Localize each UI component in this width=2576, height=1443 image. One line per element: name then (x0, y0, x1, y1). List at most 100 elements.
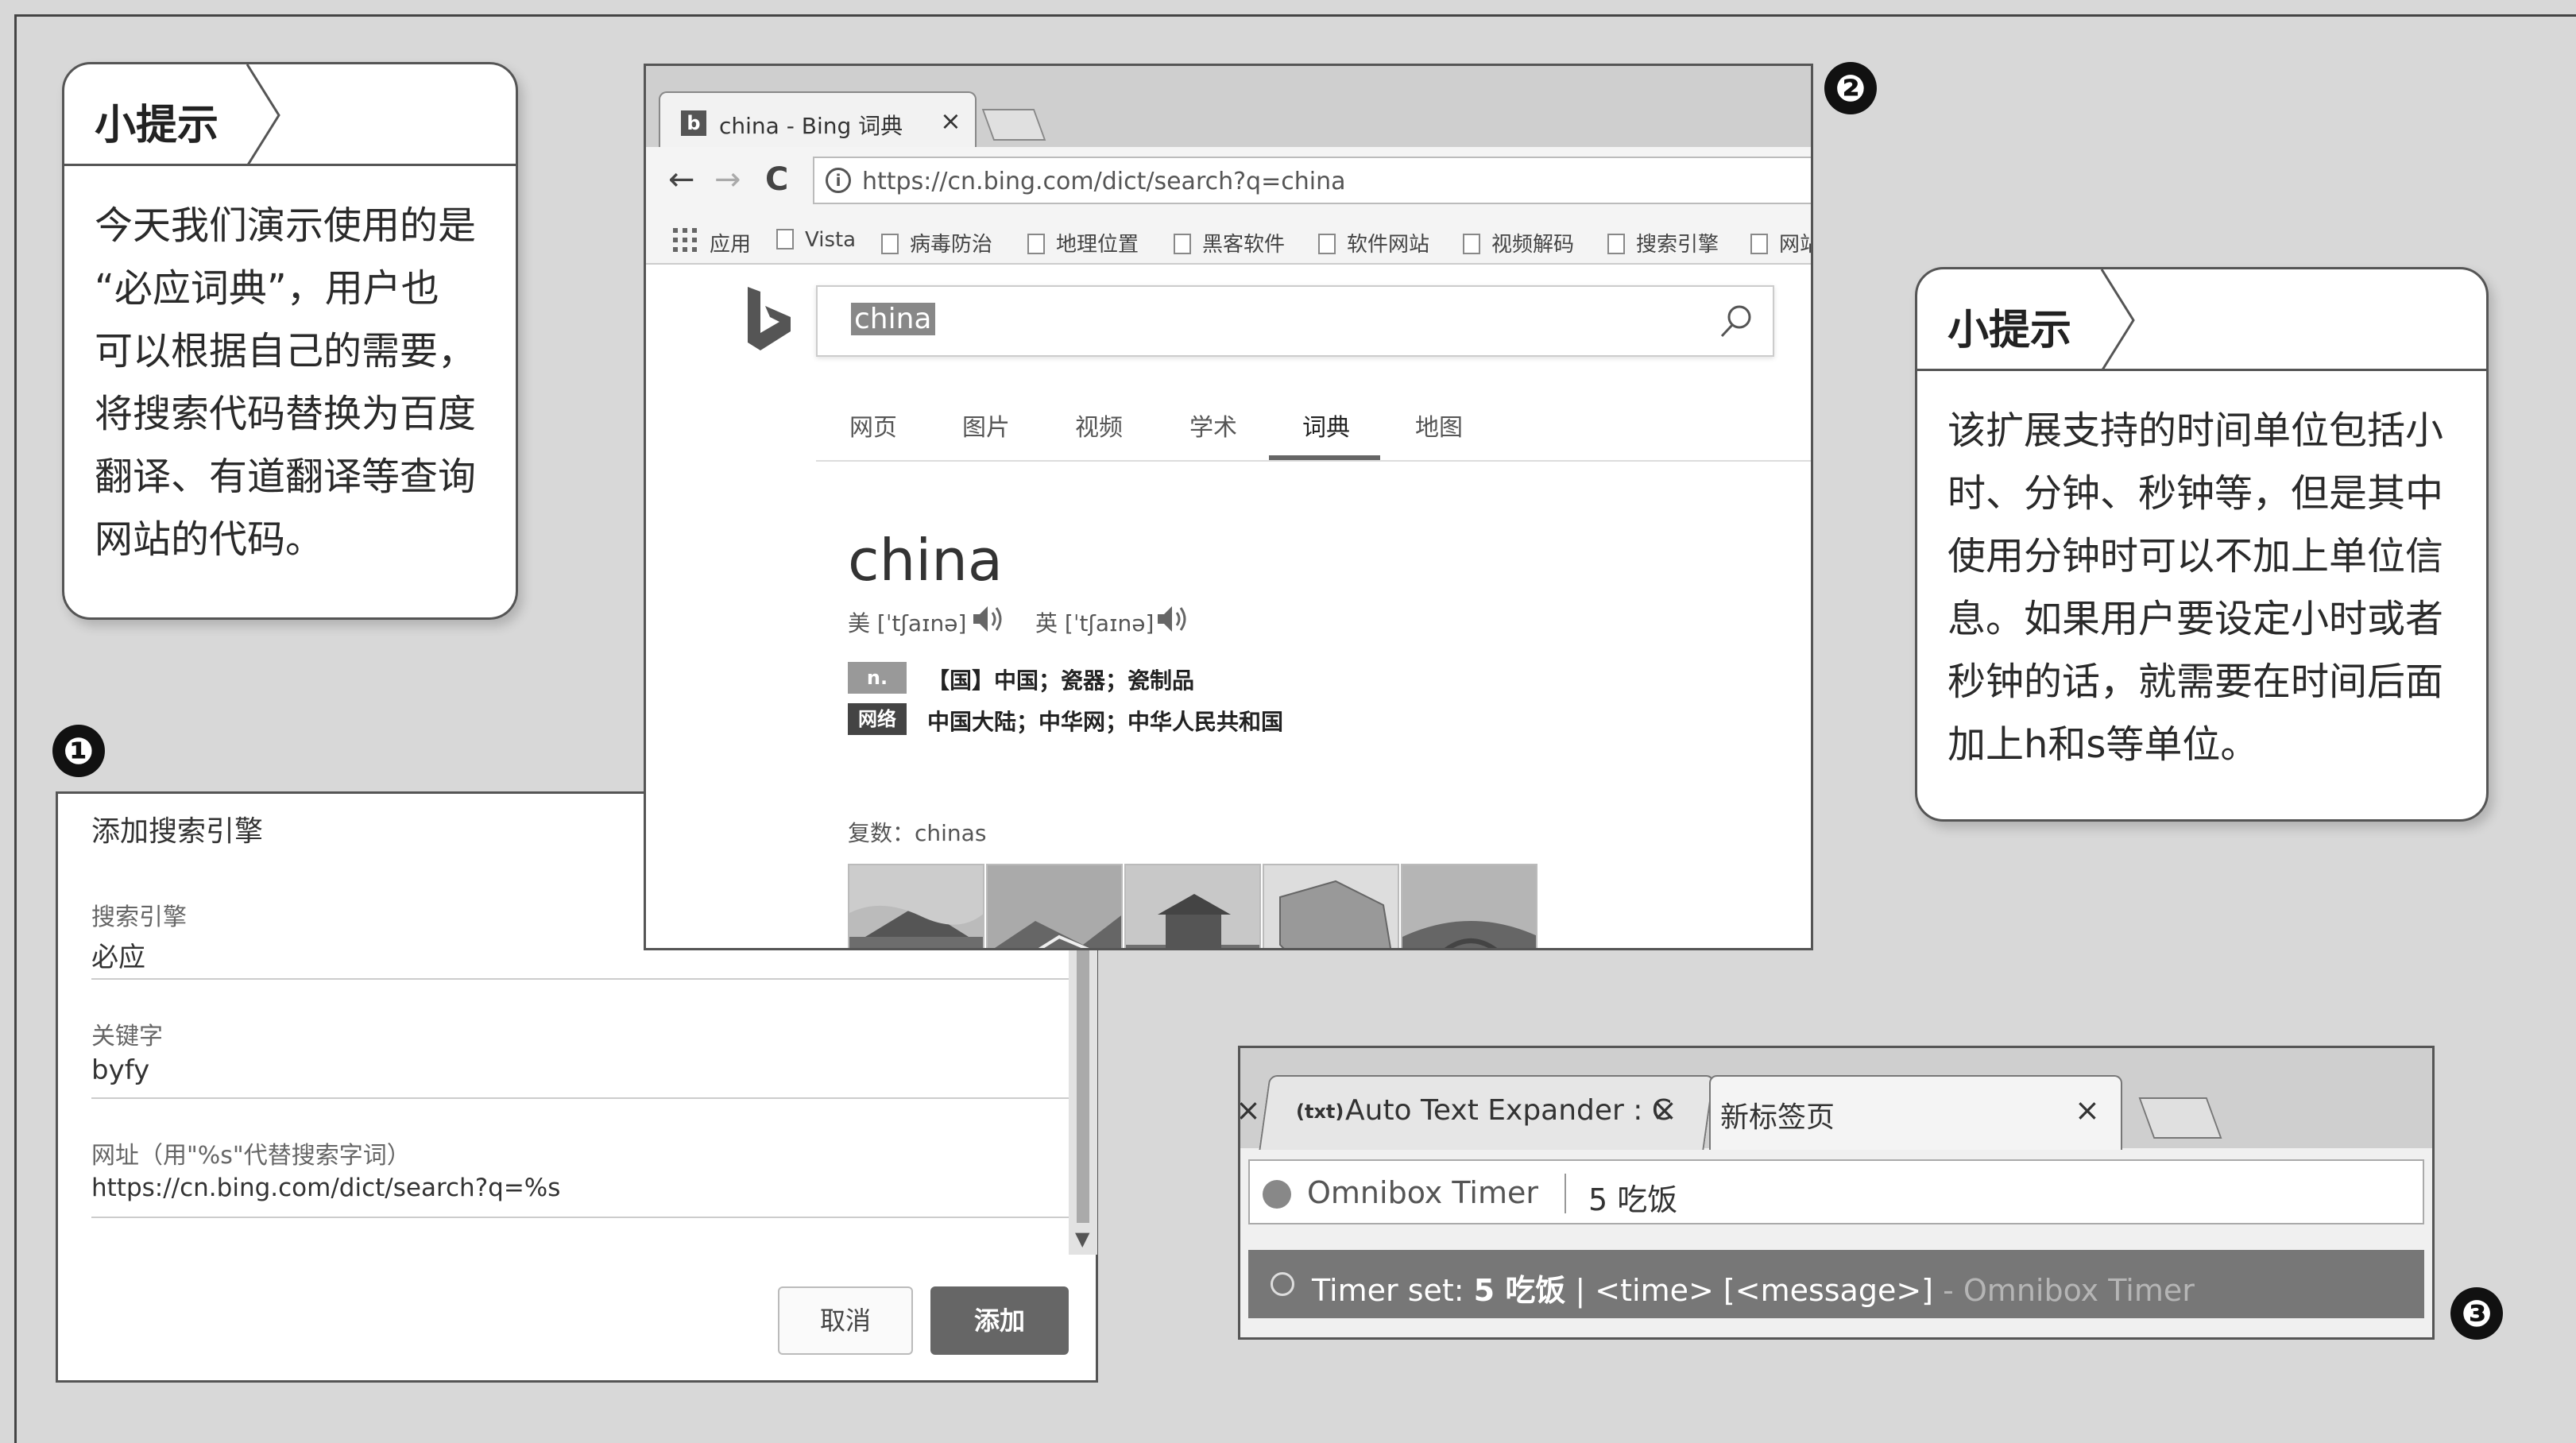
omnibox-query[interactable]: 5 吃饭 (1588, 1175, 1677, 1219)
thumbnail-image[interactable] (1401, 864, 1537, 948)
image-strip (848, 864, 1542, 948)
tab-dictionary[interactable]: 词典 (1302, 408, 1350, 443)
bing-favicon-icon: b (681, 110, 706, 136)
engine-field[interactable]: 必应 (91, 935, 145, 974)
page-icon (1318, 234, 1336, 254)
thumbnail-image[interactable] (986, 864, 1123, 948)
page-icon (1027, 234, 1045, 254)
tip-line: 今天我们演示使用的是 (95, 203, 477, 248)
tip-line: 翻译、有道翻译等查询 (95, 455, 477, 499)
close-tab-icon[interactable]: × (1652, 1093, 1677, 1128)
page-icon (1750, 234, 1768, 254)
bookmark-apps[interactable]: 应用 (710, 228, 751, 257)
tab-videos[interactable]: 视频 (1075, 408, 1123, 443)
cancel-button[interactable]: 取消 (778, 1286, 913, 1355)
tab-maps[interactable]: 地图 (1415, 408, 1463, 443)
suggestion-text: Timer set: 5 吃饭 | <time> [<message>] - O… (1312, 1273, 2195, 1308)
bing-browser-window: b china - Bing 词典 × ← → C i https://cn.b… (644, 64, 1813, 950)
forward-icon[interactable]: → (714, 161, 741, 198)
tip-line: “必应词典”，用户也 (95, 266, 439, 311)
tip-body: 该扩展支持的时间单位包括小 时、分钟、秒钟等，但是其中 使用分钟时可以不加上单位… (1917, 371, 2486, 776)
info-icon[interactable]: i (826, 168, 851, 193)
page-icon (881, 234, 899, 254)
browser-toolbar: ← → C i https://cn.bing.com/dict/search?… (646, 147, 1811, 214)
reload-icon[interactable]: C (765, 161, 788, 198)
tab-web[interactable]: 网页 (849, 408, 897, 443)
back-icon[interactable]: ← (668, 161, 695, 198)
search-box[interactable]: china (816, 285, 1774, 357)
timer-icon (1271, 1272, 1294, 1296)
add-button[interactable]: 添加 (930, 1286, 1069, 1355)
tip-line: 可以根据自己的需要， (95, 329, 477, 373)
timer-extension-icon (1263, 1180, 1291, 1209)
new-tab-button[interactable] (981, 109, 1046, 141)
close-tab-icon[interactable]: × (1240, 1093, 1261, 1128)
bing-logo-icon[interactable] (745, 285, 794, 352)
tip-line: 秒钟的话，就需要在时间后面 (1947, 660, 2444, 704)
new-tab-button[interactable] (2138, 1097, 2222, 1139)
divider (816, 460, 1811, 462)
tip-line: 加上h和s等单位。 (1947, 722, 2259, 767)
address-bar[interactable]: i https://cn.bing.com/dict/search?q=chin… (813, 157, 1811, 204)
tab-academic[interactable]: 学术 (1189, 408, 1237, 443)
search-query[interactable]: china (851, 303, 935, 335)
bookmark-item[interactable]: 地理位置 (1027, 228, 1139, 257)
omnibox-suggestion[interactable]: Timer set: 5 吃饭 | <time> [<message>] - O… (1248, 1250, 2424, 1318)
keyword-label: 关键字 (91, 1023, 163, 1050)
step-marker-1: ❶ (52, 725, 105, 777)
page-icon (1463, 234, 1480, 254)
omnibox[interactable]: Omnibox Timer 5 吃饭 (1248, 1159, 2424, 1224)
url-text: https://cn.bing.com/dict/search?q=china (862, 168, 1346, 195)
bookmark-item[interactable]: 网站 (1750, 228, 1811, 257)
bookmark-item[interactable]: 视频解码 (1463, 228, 1574, 257)
chevron-right-icon (246, 64, 280, 166)
thumbnail-image[interactable] (848, 864, 984, 948)
thumbnail-image[interactable] (1263, 864, 1399, 948)
url-field[interactable]: https://cn.bing.com/dict/search?q=%s (91, 1174, 560, 1202)
field-underline (91, 1217, 1085, 1218)
page-icon (776, 229, 794, 250)
bookmark-item[interactable]: 黑客软件 (1174, 228, 1285, 257)
speaker-icon[interactable] (970, 603, 1005, 635)
bookmark-item[interactable]: 软件网站 (1318, 228, 1429, 257)
thumbnail-image[interactable] (1124, 864, 1261, 948)
field-underline (91, 978, 1085, 980)
txt-extension-icon: (txt) (1296, 1101, 1344, 1123)
bookmark-item[interactable]: 病毒防治 (881, 228, 992, 257)
tab-title: Auto Text Expander : C (1345, 1094, 1673, 1127)
tip-line: 使用分钟时可以不加上单位信 (1947, 534, 2444, 578)
step-marker-3: ❸ (2450, 1287, 2503, 1340)
tab-bar: b china - Bing 词典 × (646, 66, 1811, 149)
plural-form: 复数：chinas (848, 820, 987, 846)
divider (1565, 1174, 1566, 1213)
pos-badge: n. (848, 662, 907, 694)
dialog-title: 添加搜索引擎 (91, 815, 264, 848)
definition-text: 中国大陆；中华网；中华人民共和国 (927, 709, 1284, 735)
field-underline (91, 1097, 1085, 1099)
close-tab-icon[interactable]: × (940, 106, 961, 136)
page-icon (1174, 234, 1191, 254)
scroll-down-icon[interactable]: ▼ (1075, 1228, 1089, 1250)
speaker-icon[interactable] (1155, 603, 1189, 635)
tip-header: 小提示 (1917, 269, 2486, 371)
tip-line: 时、分钟、秒钟等，但是其中 (1947, 471, 2444, 516)
tab-bar: × (txt) Auto Text Expander : C × 新标签页 × (1240, 1048, 2432, 1150)
tip-title: 小提示 (95, 102, 219, 149)
headword: china (848, 527, 1003, 594)
search-icon[interactable] (1715, 301, 1757, 342)
keyword-field[interactable]: byfy (91, 1054, 149, 1086)
bookmark-item[interactable]: Vista (776, 228, 856, 252)
tab-bing-dict[interactable]: b china - Bing 词典 × (659, 91, 977, 149)
tab-title: china - Bing 词典 (719, 113, 903, 139)
pronunciation-us: 美 [ˈtʃaɪnə] (848, 610, 967, 636)
bookmarks-bar: 应用 Vista 病毒防治 地理位置 黑客软件 软件网站 视频解码 搜索引擎 网… (646, 214, 1811, 265)
definition-text: 【国】中国；瓷器；瓷制品 (927, 667, 1195, 694)
bookmark-item[interactable]: 搜索引擎 (1607, 228, 1719, 257)
close-tab-icon[interactable]: × (2075, 1093, 2100, 1128)
engine-label: 搜索引擎 (91, 903, 187, 931)
step-marker-2: ❷ (1824, 62, 1877, 114)
tip-body: 今天我们演示使用的是 “必应词典”，用户也 可以根据自己的需要， 将搜索代码替换… (64, 166, 516, 571)
url-label: 网址（用"%s"代替搜索字词） (91, 1142, 411, 1170)
apps-grid-icon[interactable] (673, 228, 697, 252)
tab-images[interactable]: 图片 (962, 408, 1010, 443)
